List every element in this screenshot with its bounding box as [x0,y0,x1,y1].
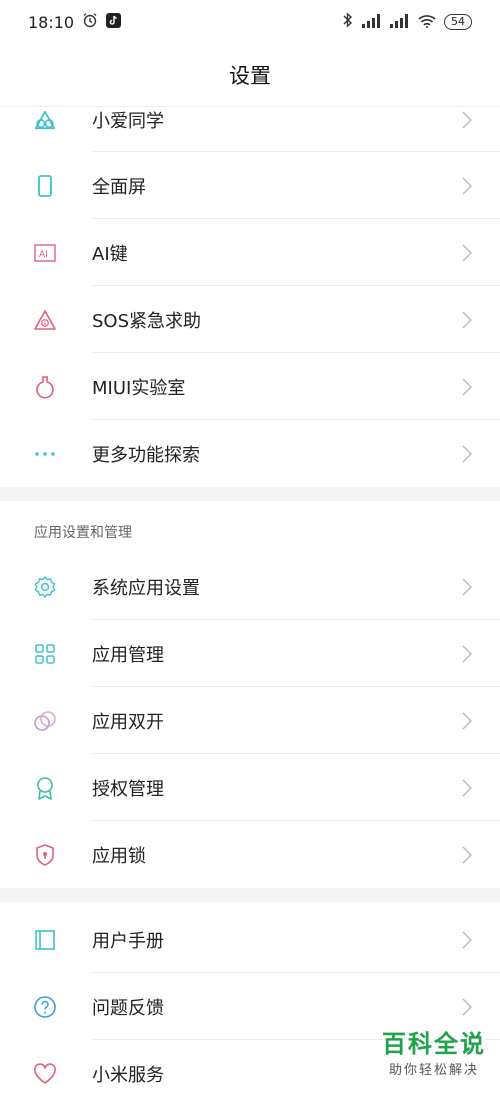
settings-item-label: 系统应用设置 [92,577,200,599]
watermark-title: 百科全说 [382,1030,486,1058]
tiktok-icon [106,12,122,32]
chevron-right-icon [456,929,478,951]
settings-item-sos[interactable]: $ SOS紧急求助 [0,286,500,353]
settings-item-label: 全面屏 [92,176,146,198]
more-dots-icon [33,442,57,466]
fullscreen-icon [33,174,57,198]
watermark: 百科全说 助你轻松解决 [382,1024,486,1078]
settings-item-app-lock[interactable]: 应用锁 [0,821,500,888]
chevron-right-icon [456,844,478,866]
section-separator [0,888,500,902]
settings-item-label: 应用管理 [92,644,164,666]
chevron-right-icon [456,710,478,732]
ai-key-icon: AI [33,241,57,265]
settings-item-app-management[interactable]: 应用管理 [0,620,500,687]
settings-item-label: 更多功能探索 [92,444,200,466]
settings-item-label: MIUI实验室 [92,377,186,399]
settings-item-more-features[interactable]: 更多功能探索 [0,420,500,487]
settings-item-fullscreen[interactable]: 全面屏 [0,152,500,219]
settings-item-label: SOS紧急求助 [92,310,202,332]
settings-item-dual-apps[interactable]: 应用双开 [0,687,500,754]
settings-item-user-manual[interactable]: 用户手册 [0,906,500,973]
xiaoai-icon [33,108,57,132]
chevron-right-icon [456,242,478,264]
wifi-icon [418,13,436,32]
settings-group-2: 应用设置和管理 系统应用设置 应用管理 应用双开 授权管理 应用锁 [0,501,500,888]
gear-icon [33,575,57,599]
settings-item-label: 授权管理 [92,778,164,800]
chevron-right-icon [456,109,478,131]
chevron-right-icon [456,175,478,197]
heart-icon [33,1062,57,1086]
status-left: 18:10 [28,12,122,32]
chevron-right-icon [456,576,478,598]
signal-icon [362,13,382,32]
manual-icon [33,928,57,952]
chevron-right-icon [456,376,478,398]
feedback-icon [33,995,57,1019]
bluetooth-icon [342,12,354,32]
settings-item-label: 应用锁 [92,845,146,867]
settings-item-permissions[interactable]: 授权管理 [0,754,500,821]
status-right: 54 [342,12,472,32]
svg-text:$: $ [43,321,46,327]
chevron-right-icon [456,777,478,799]
chevron-right-icon [456,996,478,1018]
apps-grid-icon [33,642,57,666]
settings-item-system-apps[interactable]: 系统应用设置 [0,553,500,620]
settings-item-xiaoai[interactable]: 小爱同学 [0,87,500,152]
chevron-right-icon [456,443,478,465]
dual-apps-icon [33,709,57,733]
settings-item-label: 小爱同学 [92,110,164,132]
battery-indicator: 54 [444,14,472,30]
settings-item-miui-lab[interactable]: MIUI实验室 [0,353,500,420]
app-lock-icon [33,843,57,867]
section-header: 应用设置和管理 [34,525,132,541]
signal-icon-2 [390,13,410,32]
status-time: 18:10 [28,12,75,32]
settings-group-1: 小爱同学 全面屏 AI AI键 $ SOS紧急求助 MIUI实验室 更多功能探索 [0,87,500,487]
settings-item-label: 用户手册 [92,930,164,952]
alarm-icon [82,12,98,32]
section-separator [0,487,500,501]
settings-item-label: AI键 [92,243,128,265]
settings-item-label: 小米服务 [92,1064,164,1086]
settings-list: 小爱同学 全面屏 AI AI键 $ SOS紧急求助 MIUI实验室 更多功能探索… [0,87,500,1107]
settings-item-ai-key[interactable]: AI AI键 [0,219,500,286]
svg-text:AI: AI [39,250,48,260]
sos-icon: $ [33,308,57,332]
lab-flask-icon [33,375,57,399]
chevron-right-icon [456,309,478,331]
status-bar: 18:10 54 [0,0,500,44]
permission-badge-icon [33,776,57,800]
watermark-subtitle: 助你轻松解决 [388,1063,479,1078]
settings-item-label: 问题反馈 [92,997,164,1019]
settings-item-label: 应用双开 [92,711,164,733]
chevron-right-icon [456,643,478,665]
